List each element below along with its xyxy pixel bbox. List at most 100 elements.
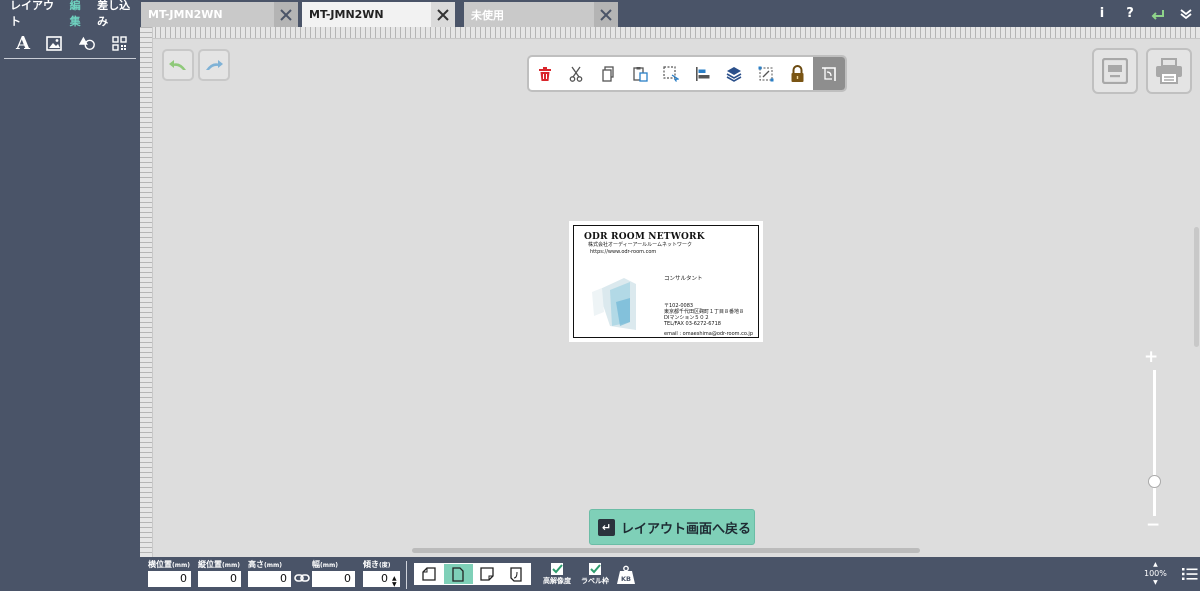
y-position-unit: (mm) — [222, 562, 240, 569]
layers-icon[interactable] — [719, 57, 751, 90]
select-area-icon[interactable] — [655, 57, 687, 90]
width-field: 幅(mm) 0 — [312, 559, 355, 587]
height-input[interactable]: 0 — [248, 571, 291, 587]
save-icon — [1102, 58, 1128, 84]
rotate-icon[interactable] — [813, 57, 845, 90]
orient-top-left-icon[interactable] — [415, 564, 444, 584]
card-company: 株式会社オーディーアールルームネットワーク — [588, 242, 693, 248]
height-field: 高さ(mm) 0 — [248, 559, 291, 587]
rotation-unit: (度) — [379, 562, 391, 569]
sidebar-tab-merge[interactable]: 差し込み — [97, 0, 140, 29]
zoom-level-value: 100% — [1144, 569, 1167, 578]
tab-label: MT-JMN2WN — [309, 8, 384, 21]
orient-bottom-left-icon[interactable] — [501, 564, 530, 584]
sidebar-tabs: レイアウト 編集 差し込み — [0, 0, 140, 29]
image-icon[interactable] — [46, 34, 62, 52]
printer-icon — [1156, 58, 1182, 84]
back-to-layout-button[interactable]: ↵ レイアウト画面へ戻る — [589, 509, 755, 545]
checkmark-icon — [589, 563, 601, 575]
zoom-in-button[interactable]: + — [1144, 347, 1158, 367]
vertical-ruler — [140, 27, 153, 557]
link-aspect-icon[interactable] — [294, 573, 310, 586]
y-position-input[interactable]: 0 — [198, 571, 241, 587]
high-resolution-label: 高解像度 — [543, 577, 571, 585]
delete-icon[interactable] — [529, 57, 561, 90]
x-position-field: 横位置(mm) 0 — [148, 559, 191, 587]
y-position-label: 縦位置 — [198, 560, 222, 569]
return-icon[interactable] — [1144, 0, 1172, 27]
vertical-scrollbar[interactable] — [1194, 227, 1199, 347]
zoom-out-button[interactable]: − — [1146, 515, 1160, 535]
building-graphic — [592, 278, 636, 330]
redo-button[interactable] — [198, 49, 230, 81]
checkmark-icon — [551, 563, 563, 575]
sidebar-tab-edit[interactable]: 編集 — [70, 0, 91, 29]
y-position-field: 縦位置(mm) 0 — [198, 559, 241, 587]
label-frame-checkbox[interactable]: ラベル枠 — [581, 563, 609, 586]
svg-text:KB: KB — [621, 575, 631, 583]
horizontal-scrollbar[interactable] — [412, 548, 920, 553]
high-resolution-checkbox[interactable]: 高解像度 — [543, 563, 571, 586]
label-frame-label: ラベル枠 — [581, 577, 609, 585]
close-icon[interactable] — [594, 2, 618, 27]
group-icon[interactable] — [750, 57, 782, 90]
top-icons: i ? — [1088, 0, 1200, 27]
tab-label: MT-JMN2WN — [148, 8, 223, 21]
back-to-layout-label: レイアウト画面へ戻る — [621, 521, 752, 537]
card-logo: ODR ROOM NETWORK — [584, 232, 705, 242]
text-icon[interactable]: A — [16, 33, 30, 54]
horizontal-ruler — [140, 27, 1200, 39]
redo-icon — [206, 60, 223, 70]
card-email: email : omaeshima@odr-room.co.jp — [664, 331, 753, 337]
design-canvas[interactable]: ODR ROOM NETWORK 株式会社オーディーアールルームネットワーク h… — [140, 27, 1200, 557]
card-url: https://www.odr-room.com — [590, 249, 657, 255]
qr-code-icon[interactable] — [112, 34, 127, 52]
undo-icon — [169, 60, 186, 70]
print-button[interactable] — [1146, 48, 1192, 94]
x-position-label: 横位置 — [148, 560, 172, 569]
zoom-level[interactable]: ▲ 100% ▼ — [1144, 560, 1167, 587]
x-position-input[interactable]: 0 — [148, 571, 191, 587]
divider — [406, 561, 407, 589]
close-icon[interactable] — [274, 2, 298, 27]
card-title: コンサルタント — [664, 276, 703, 282]
collapse-icon[interactable] — [1172, 0, 1200, 27]
tab-label: 未使用 — [471, 8, 504, 22]
align-icon[interactable] — [687, 57, 719, 90]
kilobyte-weight-icon: KB — [616, 565, 636, 588]
return-icon: ↵ — [598, 518, 615, 536]
close-icon[interactable] — [431, 2, 455, 27]
height-unit: (mm) — [264, 562, 282, 569]
document-tab-2[interactable]: MT-JMN2WN — [302, 2, 455, 27]
business-card: ODR ROOM NETWORK 株式会社オーディーアールルームネットワーク h… — [573, 225, 759, 338]
document-tab-3[interactable]: 未使用 — [464, 2, 618, 27]
list-icon[interactable] — [1182, 567, 1198, 584]
left-sidebar: レイアウト 編集 差し込み A — [0, 0, 140, 591]
rotation-label: 傾き — [363, 560, 379, 569]
card-tel: TEL/FAX 03-6272-6718 — [664, 321, 721, 327]
width-input[interactable]: 0 — [312, 571, 355, 587]
zoom-slider-handle[interactable] — [1148, 475, 1161, 488]
width-unit: (mm) — [320, 562, 338, 569]
help-icon[interactable]: ? — [1116, 0, 1144, 27]
cut-icon[interactable] — [561, 57, 593, 90]
document-tab-bar: MT-JMN2WN MT-JMN2WN 未使用 i ? — [140, 0, 1200, 27]
shapes-icon[interactable] — [78, 34, 96, 52]
rotation-stepper-icon[interactable]: ▲ ▼ — [392, 576, 397, 588]
business-card-preview[interactable]: ODR ROOM NETWORK 株式会社オーディーアールルームネットワーク h… — [569, 221, 763, 342]
x-position-unit: (mm) — [172, 562, 190, 569]
lock-icon[interactable] — [782, 57, 814, 90]
save-button[interactable] — [1092, 48, 1138, 94]
info-icon[interactable]: i — [1088, 0, 1116, 27]
paste-icon[interactable] — [624, 57, 656, 90]
edit-toolbar — [527, 55, 847, 92]
orient-bottom-right-icon[interactable] — [473, 564, 502, 584]
sidebar-tools: A — [4, 26, 136, 59]
document-tab-1[interactable]: MT-JMN2WN — [141, 2, 298, 27]
width-label: 幅 — [312, 560, 320, 569]
sidebar-tab-layout[interactable]: レイアウト — [10, 0, 64, 29]
copy-icon[interactable] — [592, 57, 624, 90]
undo-button[interactable] — [162, 49, 194, 81]
zoom-slider[interactable] — [1153, 370, 1156, 516]
orient-top-right-icon[interactable] — [443, 564, 473, 584]
